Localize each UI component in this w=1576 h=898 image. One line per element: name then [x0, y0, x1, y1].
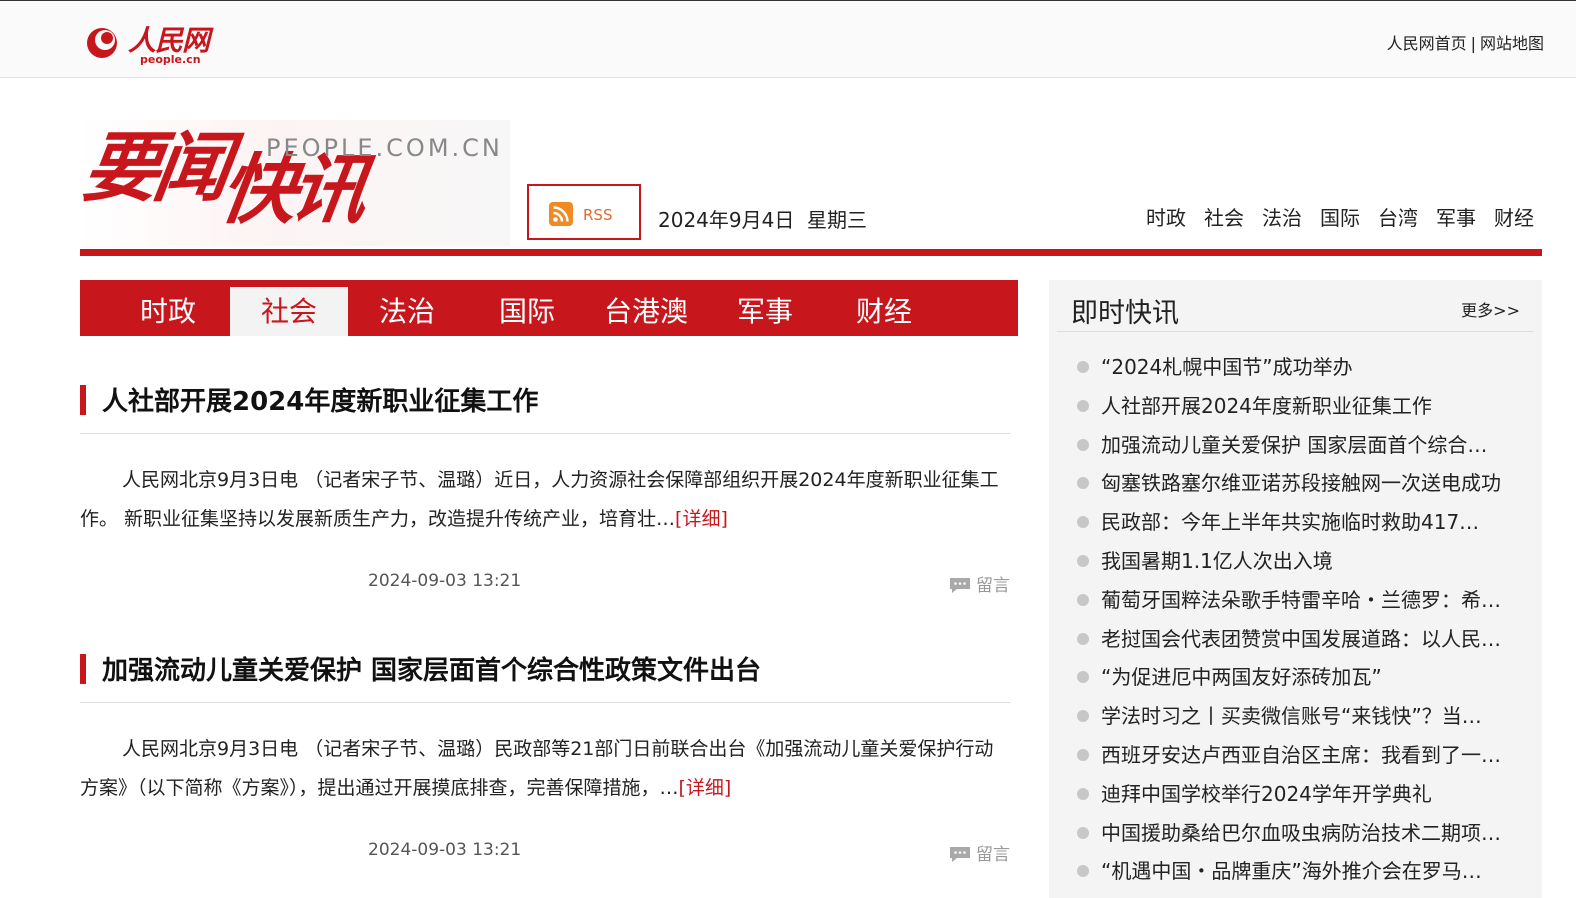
news-list-item[interactable]: 中国援助桑给巴尔血吸虫病防治技术二期项…	[1077, 814, 1529, 853]
news-list-item-text: “为促进厄中两国友好添砖加瓦”	[1101, 665, 1382, 690]
tab-military[interactable]: 军事	[706, 287, 824, 336]
comment-button[interactable]: 留言	[949, 840, 1010, 865]
logo-text-en: people.cn	[140, 53, 201, 66]
news-list-item-text: 迪拜中国学校举行2024学年开学典礼	[1101, 781, 1432, 806]
news-list-item-text: 匈塞铁路塞尔维亚诺苏段接触网一次送电成功	[1101, 471, 1501, 496]
bullet-icon	[1077, 787, 1089, 800]
top-bar: 人民网 people.cn 人民网首页 | 网站地图	[0, 0, 1576, 78]
article-detail-link[interactable]: [详细]	[675, 508, 728, 530]
news-list-item-text: “机遇中国・品牌重庆”海外推介会在罗马…	[1101, 859, 1482, 884]
banner-nav-finance[interactable]: 财经	[1494, 202, 1534, 231]
link-separator: |	[1470, 34, 1476, 53]
news-list-item[interactable]: 老挝国会代表团赞赏中国发展道路：以人民…	[1077, 620, 1529, 659]
bullet-icon	[1077, 593, 1089, 606]
article-summary: 人民网北京9月3日电 （记者宋子节、温璐）民政部等21部门日前联合出台《加强流动…	[80, 730, 1010, 808]
bullet-icon	[1077, 554, 1089, 567]
rss-button[interactable]: RSS	[527, 184, 641, 240]
main-nav: 时政 社会 法治 国际 台港澳 军事 财经	[80, 280, 1018, 336]
banner-divider	[80, 249, 1542, 256]
bullet-icon	[1077, 516, 1089, 529]
bullet-icon	[1077, 865, 1089, 878]
bullet-icon	[1077, 477, 1089, 490]
rss-icon	[549, 202, 573, 226]
comment-button[interactable]: 留言	[949, 571, 1010, 596]
news-list-item-text: 加强流动儿童关爱保护 国家层面首个综合…	[1101, 432, 1488, 457]
bullet-icon	[1077, 632, 1089, 645]
news-list-item-text: 我国暑期1.1亿人次出入境	[1101, 548, 1333, 573]
sidebar-more-link[interactable]: 更多>>	[1461, 297, 1520, 321]
article-summary-text: 人民网北京9月3日电 （记者宋子节、温璐）近日，人力资源社会保障部组织开展202…	[80, 469, 999, 530]
news-list-item-text: 葡萄牙国粹法朵歌手特雷辛哈・兰德罗：希…	[1101, 587, 1501, 612]
banner-nav-law[interactable]: 法治	[1262, 202, 1302, 231]
section-banner: 要闻快讯 PEOPLE.COM.CN RSS 2024年9月4日 星期三 时政 …	[77, 120, 1542, 256]
news-list-item[interactable]: “2024札幌中国节”成功举办	[1077, 348, 1529, 387]
banner-nav-international[interactable]: 国际	[1320, 202, 1360, 231]
tab-society[interactable]: 社会	[230, 287, 348, 336]
banner-nav-taiwan[interactable]: 台湾	[1378, 202, 1418, 231]
sidebar-title: 即时快讯	[1071, 298, 1179, 329]
bullet-icon	[1077, 399, 1089, 412]
article-detail-link[interactable]: [详细]	[679, 777, 732, 799]
news-list-item-text: 人社部开展2024年度新职业征集工作	[1101, 393, 1432, 418]
article-summary-text: 人民网北京9月3日电 （记者宋子节、温璐）民政部等21部门日前联合出台《加强流动…	[80, 738, 994, 799]
news-list: “2024札幌中国节”成功举办 人社部开展2024年度新职业征集工作 加强流动儿…	[1077, 348, 1529, 891]
news-list-item-text: 老挝国会代表团赞赏中国发展道路：以人民…	[1101, 626, 1501, 651]
logo-mark-icon	[87, 28, 117, 58]
banner-nav-military[interactable]: 军事	[1436, 202, 1476, 231]
news-list-item[interactable]: 人社部开展2024年度新职业征集工作	[1077, 387, 1529, 426]
home-link[interactable]: 人民网首页	[1387, 34, 1467, 53]
bullet-icon	[1077, 671, 1089, 684]
news-list-item-text: 中国援助桑给巴尔血吸虫病防治技术二期项…	[1101, 820, 1501, 845]
news-list-item[interactable]: 西班牙安达卢西亚自治区主席：我看到了一…	[1077, 736, 1529, 775]
tab-finance[interactable]: 财经	[825, 287, 943, 336]
news-list-item[interactable]: 匈塞铁路塞尔维亚诺苏段接触网一次送电成功	[1077, 464, 1529, 503]
top-links: 人民网首页 | 网站地图	[1387, 30, 1544, 54]
article-divider	[80, 702, 1010, 703]
title-marker	[80, 385, 86, 415]
bullet-icon	[1077, 438, 1089, 451]
sidebar-header: 即时快讯 更多>>	[1057, 280, 1534, 332]
instant-news-sidebar: 即时快讯 更多>> “2024札幌中国节”成功举办 人社部开展2024年度新职业…	[1049, 280, 1542, 898]
current-date: 2024年9月4日 星期三	[658, 208, 868, 232]
news-list-item-text: 民政部：今年上半年共实施临时救助417…	[1101, 510, 1480, 535]
news-list-item-text: 西班牙安达卢西亚自治区主席：我看到了一…	[1101, 742, 1501, 767]
article-summary: 人民网北京9月3日电 （记者宋子节、温璐）近日，人力资源社会保障部组织开展202…	[80, 461, 1010, 539]
article-title[interactable]: 人社部开展2024年度新职业征集工作	[102, 381, 538, 418]
article-time: 2024-09-03 13:21	[368, 840, 522, 860]
tab-hk-macao-taiwan[interactable]: 台港澳	[587, 287, 705, 336]
tab-international[interactable]: 国际	[468, 287, 586, 336]
tab-politics[interactable]: 时政	[109, 287, 227, 336]
comment-icon	[950, 847, 970, 862]
news-list-item[interactable]: 学法时习之丨买卖微信账号“来钱快”？当…	[1077, 697, 1529, 736]
title-marker	[80, 654, 86, 684]
site-domain: PEOPLE.COM.CN	[266, 134, 503, 162]
news-list-item[interactable]: 加强流动儿童关爱保护 国家层面首个综合…	[1077, 426, 1529, 465]
article-time: 2024-09-03 13:21	[368, 571, 522, 591]
bullet-icon	[1077, 826, 1089, 839]
banner-nav: 时政 社会 法治 国际 台湾 军事 财经	[1146, 202, 1534, 231]
bullet-icon	[1077, 748, 1089, 761]
rss-label: RSS	[583, 206, 613, 224]
sitemap-link[interactable]: 网站地图	[1480, 34, 1544, 53]
news-list-item[interactable]: 我国暑期1.1亿人次出入境	[1077, 542, 1529, 581]
article-divider	[80, 433, 1010, 434]
bullet-icon	[1077, 361, 1089, 373]
news-list-item[interactable]: 葡萄牙国粹法朵歌手特雷辛哈・兰德罗：希…	[1077, 581, 1529, 620]
news-list-item-text: 学法时习之丨买卖微信账号“来钱快”？当…	[1101, 704, 1482, 729]
news-list-item-text: “2024札幌中国节”成功举办	[1101, 355, 1353, 379]
comment-icon	[950, 578, 970, 593]
news-list-item[interactable]: 民政部：今年上半年共实施临时救助417…	[1077, 503, 1529, 542]
news-list-item[interactable]: “为促进厄中两国友好添砖加瓦”	[1077, 658, 1529, 697]
banner-nav-society[interactable]: 社会	[1204, 202, 1244, 231]
tab-law[interactable]: 法治	[348, 287, 466, 336]
section-title-part1: 要闻	[77, 123, 231, 212]
comment-label: 留言	[976, 845, 1010, 865]
people-logo[interactable]: 人民网 people.cn	[84, 19, 214, 67]
comment-label: 留言	[976, 576, 1010, 596]
article-title[interactable]: 加强流动儿童关爱保护 国家层面首个综合性政策文件出台	[102, 650, 761, 687]
news-list-item[interactable]: “机遇中国・品牌重庆”海外推介会在罗马…	[1077, 852, 1529, 891]
banner-nav-politics[interactable]: 时政	[1146, 202, 1186, 231]
bullet-icon	[1077, 710, 1089, 723]
news-list-item[interactable]: 迪拜中国学校举行2024学年开学典礼	[1077, 775, 1529, 814]
